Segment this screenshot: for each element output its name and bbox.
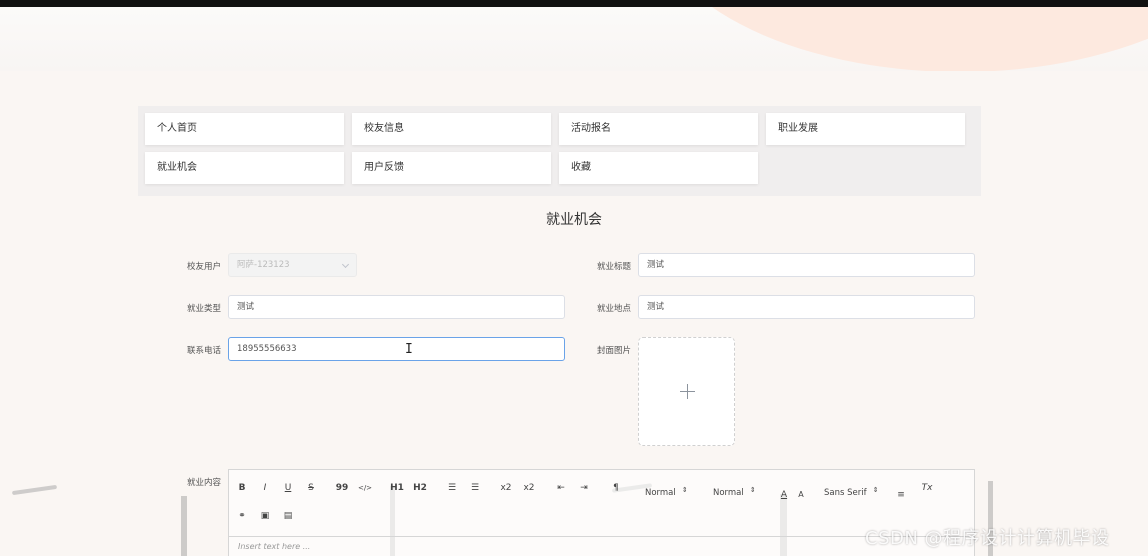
clean-format-button[interactable]: Tx [919,481,935,495]
image-icon[interactable]: ▣ [257,509,273,523]
video-icon[interactable]: ▤ [280,509,296,523]
nav-item-event-signup[interactable]: 活动报名 [559,113,758,145]
toolbar-divider [229,536,974,537]
nav-item-alumni-info[interactable]: 校友信息 [352,113,551,145]
size-select[interactable]: Normal ⇕ [645,486,688,498]
plane-decoration [11,484,58,496]
job-title-input[interactable]: 测试 [638,253,975,277]
rich-text-editor[interactable]: B I U S 99 </> H1 H2 ☰ ☰ x2 x2 ⇤ ⇥ ¶ Nor… [228,469,975,556]
subscript-button[interactable]: x2 [498,481,514,495]
font-color-icon[interactable]: A [776,488,792,502]
nav-item-career[interactable]: 职业发展 [766,113,965,145]
nav-item-home[interactable]: 个人首页 [145,113,344,145]
job-location-label: 就业地点 [596,304,631,314]
content-label: 就业内容 [186,478,221,488]
outdent-icon[interactable]: ⇤ [553,481,569,495]
size-select-value: Normal [645,488,676,498]
select-arrows-icon: ⇕ [872,486,879,494]
align-icon[interactable]: ≡ [893,488,909,502]
alumni-user-value: 阿萨-123123 [237,260,290,270]
watermark: CSDN @程序设计计算机毕设 [865,528,1110,549]
header-select[interactable]: Normal ⇕ [713,486,756,498]
tower-decoration [181,496,187,556]
chevron-down-icon [341,260,350,269]
nav-menu: 个人首页 校友信息 活动报名 职业发展 就业机会 用户反馈 收藏 [138,106,981,196]
underline-button[interactable]: U [280,481,296,495]
contact-phone-label: 联系电话 [186,346,221,356]
strike-button[interactable]: S [303,481,319,495]
page-title: 就业机会 [546,212,602,228]
hero-decoration [650,7,1148,71]
job-location-input[interactable]: 测试 [638,295,975,319]
select-arrows-icon: ⇕ [749,486,756,494]
nav-item-favorites[interactable]: 收藏 [559,152,758,184]
contact-phone-input[interactable]: 18955556633 [228,337,565,361]
font-select-value: Sans Serif [824,488,867,498]
text-direction-icon[interactable]: ¶ [608,481,624,495]
job-title-label: 就业标题 [596,262,631,272]
italic-button[interactable]: I [257,481,273,495]
background-color-icon[interactable]: A [793,488,809,502]
hero-banner [0,7,1148,71]
cover-image-label: 封面图片 [596,346,631,356]
cover-image-upload[interactable] [638,337,735,446]
superscript-button[interactable]: x2 [521,481,537,495]
code-button[interactable]: </> [357,481,373,495]
nav-item-feedback[interactable]: 用户反馈 [352,152,551,184]
editor-placeholder: Insert text here ... [238,542,311,551]
bold-button[interactable]: B [234,481,250,495]
header-select-value: Normal [713,488,744,498]
h1-button[interactable]: H1 [389,481,405,495]
text-cursor-icon: I [405,342,413,357]
job-type-label: 就业类型 [186,304,221,314]
nav-item-jobs[interactable]: 就业机会 [145,152,344,184]
alumni-user-select: 阿萨-123123 [228,253,357,277]
indent-icon[interactable]: ⇥ [576,481,592,495]
font-select[interactable]: Sans Serif ⇕ [824,486,879,498]
plus-icon-vertical [687,384,688,399]
alumni-user-label: 校友用户 [186,262,221,272]
link-icon[interactable]: ⚭ [234,509,250,523]
ordered-list-icon[interactable]: ☰ [444,481,460,495]
select-arrows-icon: ⇕ [681,486,688,494]
top-bar [0,0,1148,7]
blockquote-button[interactable]: 99 [334,481,350,495]
bullet-list-icon[interactable]: ☰ [467,481,483,495]
job-type-input[interactable]: 测试 [228,295,565,319]
h2-button[interactable]: H2 [412,481,428,495]
